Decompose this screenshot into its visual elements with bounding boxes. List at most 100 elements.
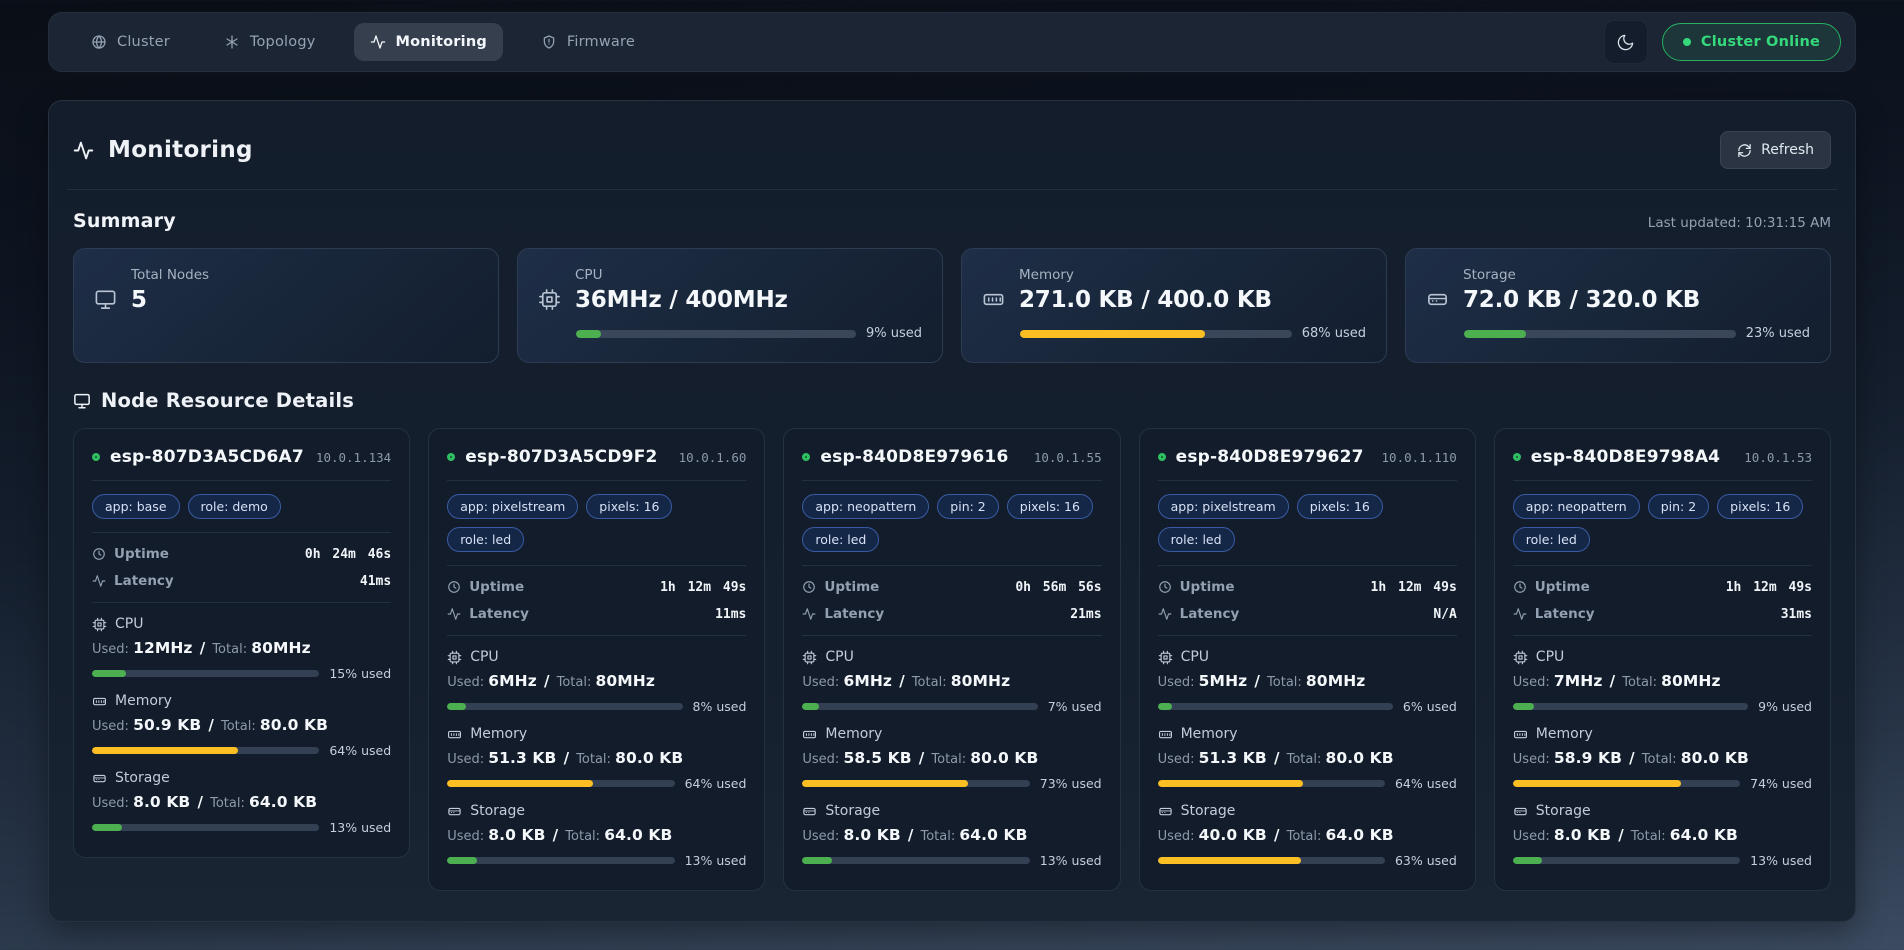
- percent-used-label: 64% used: [1395, 776, 1457, 791]
- metric-used-value: 6MHz: [488, 672, 537, 690]
- total-prefix: Total:: [931, 752, 966, 767]
- progress-bar: [1020, 330, 1292, 338]
- uptime-value: 0h 24m 46s: [305, 547, 391, 562]
- metric-name: Memory: [115, 693, 172, 709]
- progress-fill: [1158, 780, 1304, 787]
- nav-tab-label: Firmware: [567, 34, 635, 50]
- metric-block: Storage Used: 8.0 KB / Total: 64.0 KB 13…: [92, 770, 391, 835]
- node-tag: role: demo: [188, 494, 281, 519]
- summary-header: Summary Last updated: 10:31:15 AM: [73, 210, 1831, 232]
- metric-total-value: 80.0 KB: [260, 716, 328, 734]
- divider: [447, 480, 746, 481]
- metric-used-value: 8.0 KB: [843, 826, 900, 844]
- value-separator: /: [1271, 749, 1282, 767]
- node-card: esp-807D3A5CD9F2 10.0.1.60 app: pixelstr…: [428, 428, 765, 891]
- percent-used-label: 23% used: [1746, 326, 1810, 341]
- node-online-dot-icon: [1158, 453, 1166, 461]
- nav-tab-monitoring[interactable]: Monitoring: [354, 23, 503, 61]
- summary-grid: Total Nodes 5 CPU 36MHz / 400MHz 9% used…: [73, 248, 1831, 363]
- used-prefix: Used:: [802, 675, 839, 690]
- divider: [802, 635, 1101, 636]
- progress-fill: [802, 857, 832, 864]
- summary-card-label: Total Nodes: [131, 267, 209, 283]
- progress-fill: [447, 703, 466, 710]
- metric-used-value: 6MHz: [843, 672, 892, 690]
- total-prefix: Total:: [912, 675, 947, 690]
- metric-block: Storage Used: 8.0 KB / Total: 64.0 KB 13…: [802, 803, 1101, 868]
- activity-icon: [1513, 607, 1527, 621]
- top-nav: Cluster Topology Monitoring Firmware Clu…: [48, 12, 1856, 72]
- metric-total-value: 80.0 KB: [1325, 749, 1393, 767]
- activity-icon: [1158, 607, 1172, 621]
- used-prefix: Used:: [1513, 752, 1550, 767]
- summary-card: CPU 36MHz / 400MHz 9% used: [517, 248, 943, 363]
- percent-used-label: 63% used: [1395, 853, 1457, 868]
- metric-used-value: 51.3 KB: [488, 749, 556, 767]
- metric-block: CPU Used: 5MHz / Total: 80MHz 6% used: [1158, 649, 1457, 714]
- metric-total-value: 64.0 KB: [1670, 826, 1738, 844]
- progress-fill: [576, 330, 601, 338]
- node-card: esp-840D8E979627 10.0.1.110 app: pixelst…: [1139, 428, 1476, 891]
- latency-value: 11ms: [715, 607, 746, 622]
- summary-card-label: Memory: [1019, 267, 1272, 283]
- metric-used-value: 40.0 KB: [1199, 826, 1267, 844]
- metric-total-value: 80MHz: [1306, 672, 1366, 690]
- drive-icon: [1426, 288, 1449, 311]
- percent-used-label: 15% used: [329, 666, 391, 681]
- divider: [802, 480, 1101, 481]
- progress-fill: [1158, 857, 1301, 864]
- cpu-icon: [1513, 650, 1528, 665]
- cluster-status-badge[interactable]: Cluster Online: [1662, 23, 1841, 61]
- nav-tab-topology[interactable]: Topology: [208, 23, 332, 61]
- metric-block: Storage Used: 8.0 KB / Total: 64.0 KB 13…: [447, 803, 746, 868]
- value-separator: /: [1626, 749, 1637, 767]
- memory-icon: [92, 694, 107, 709]
- node-metrics: CPU Used: 6MHz / Total: 80MHz 8% used Me…: [447, 649, 746, 868]
- progress-bar: [92, 670, 319, 677]
- percent-used-label: 9% used: [866, 326, 922, 341]
- panel-header: Monitoring Refresh: [67, 119, 1837, 190]
- refresh-button[interactable]: Refresh: [1720, 131, 1831, 169]
- value-separator: /: [561, 749, 572, 767]
- nav-right: Cluster Online: [1604, 20, 1841, 64]
- divider: [92, 532, 391, 533]
- metric-name: Storage: [825, 803, 880, 819]
- latency-row: Latency 31ms: [1513, 606, 1812, 622]
- progress-bar: [1513, 780, 1740, 787]
- metric-total-value: 80MHz: [251, 639, 311, 657]
- total-prefix: Total:: [221, 719, 256, 734]
- node-tags: app: neopattern pin: 2 pixels: 16 role: …: [802, 494, 1101, 552]
- monitor-icon: [73, 392, 91, 410]
- nav-tab-cluster[interactable]: Cluster: [75, 23, 186, 61]
- total-prefix: Total:: [1287, 752, 1322, 767]
- drive-icon: [802, 804, 817, 819]
- divider: [92, 480, 391, 481]
- node-name: esp-807D3A5CD6A7: [110, 447, 304, 467]
- divider: [1513, 565, 1812, 566]
- percent-used-label: 13% used: [329, 820, 391, 835]
- nav-tab-firmware[interactable]: Firmware: [525, 23, 651, 61]
- metric-name: Storage: [470, 803, 525, 819]
- theme-toggle-button[interactable]: [1604, 20, 1648, 64]
- total-prefix: Total:: [212, 642, 247, 657]
- divider: [802, 565, 1101, 566]
- memory-icon: [447, 727, 462, 742]
- percent-used-label: 8% used: [693, 699, 747, 714]
- progress-fill: [802, 703, 818, 710]
- node-metrics: CPU Used: 12MHz / Total: 80MHz 15% used …: [92, 616, 391, 835]
- uptime-value: 1h 12m 49s: [660, 580, 746, 595]
- metric-name: CPU: [1181, 649, 1209, 665]
- used-prefix: Used:: [1158, 675, 1195, 690]
- node-tags: app: pixelstream pixels: 16 role: led: [1158, 494, 1457, 552]
- drive-icon: [92, 771, 107, 786]
- progress-fill: [1513, 703, 1534, 710]
- metric-total-value: 64.0 KB: [1325, 826, 1393, 844]
- nav-tab-label: Cluster: [117, 34, 170, 50]
- metric-total-value: 80MHz: [1661, 672, 1721, 690]
- summary-progress-row: 23% used: [1426, 326, 1810, 341]
- uptime-value: 1h 12m 49s: [1726, 580, 1812, 595]
- nodes-grid: esp-807D3A5CD6A7 10.0.1.134 app: base ro…: [73, 428, 1831, 891]
- summary-card-label: Storage: [1463, 267, 1700, 283]
- summary-card-value: 5: [131, 287, 209, 313]
- activity-icon: [370, 34, 386, 50]
